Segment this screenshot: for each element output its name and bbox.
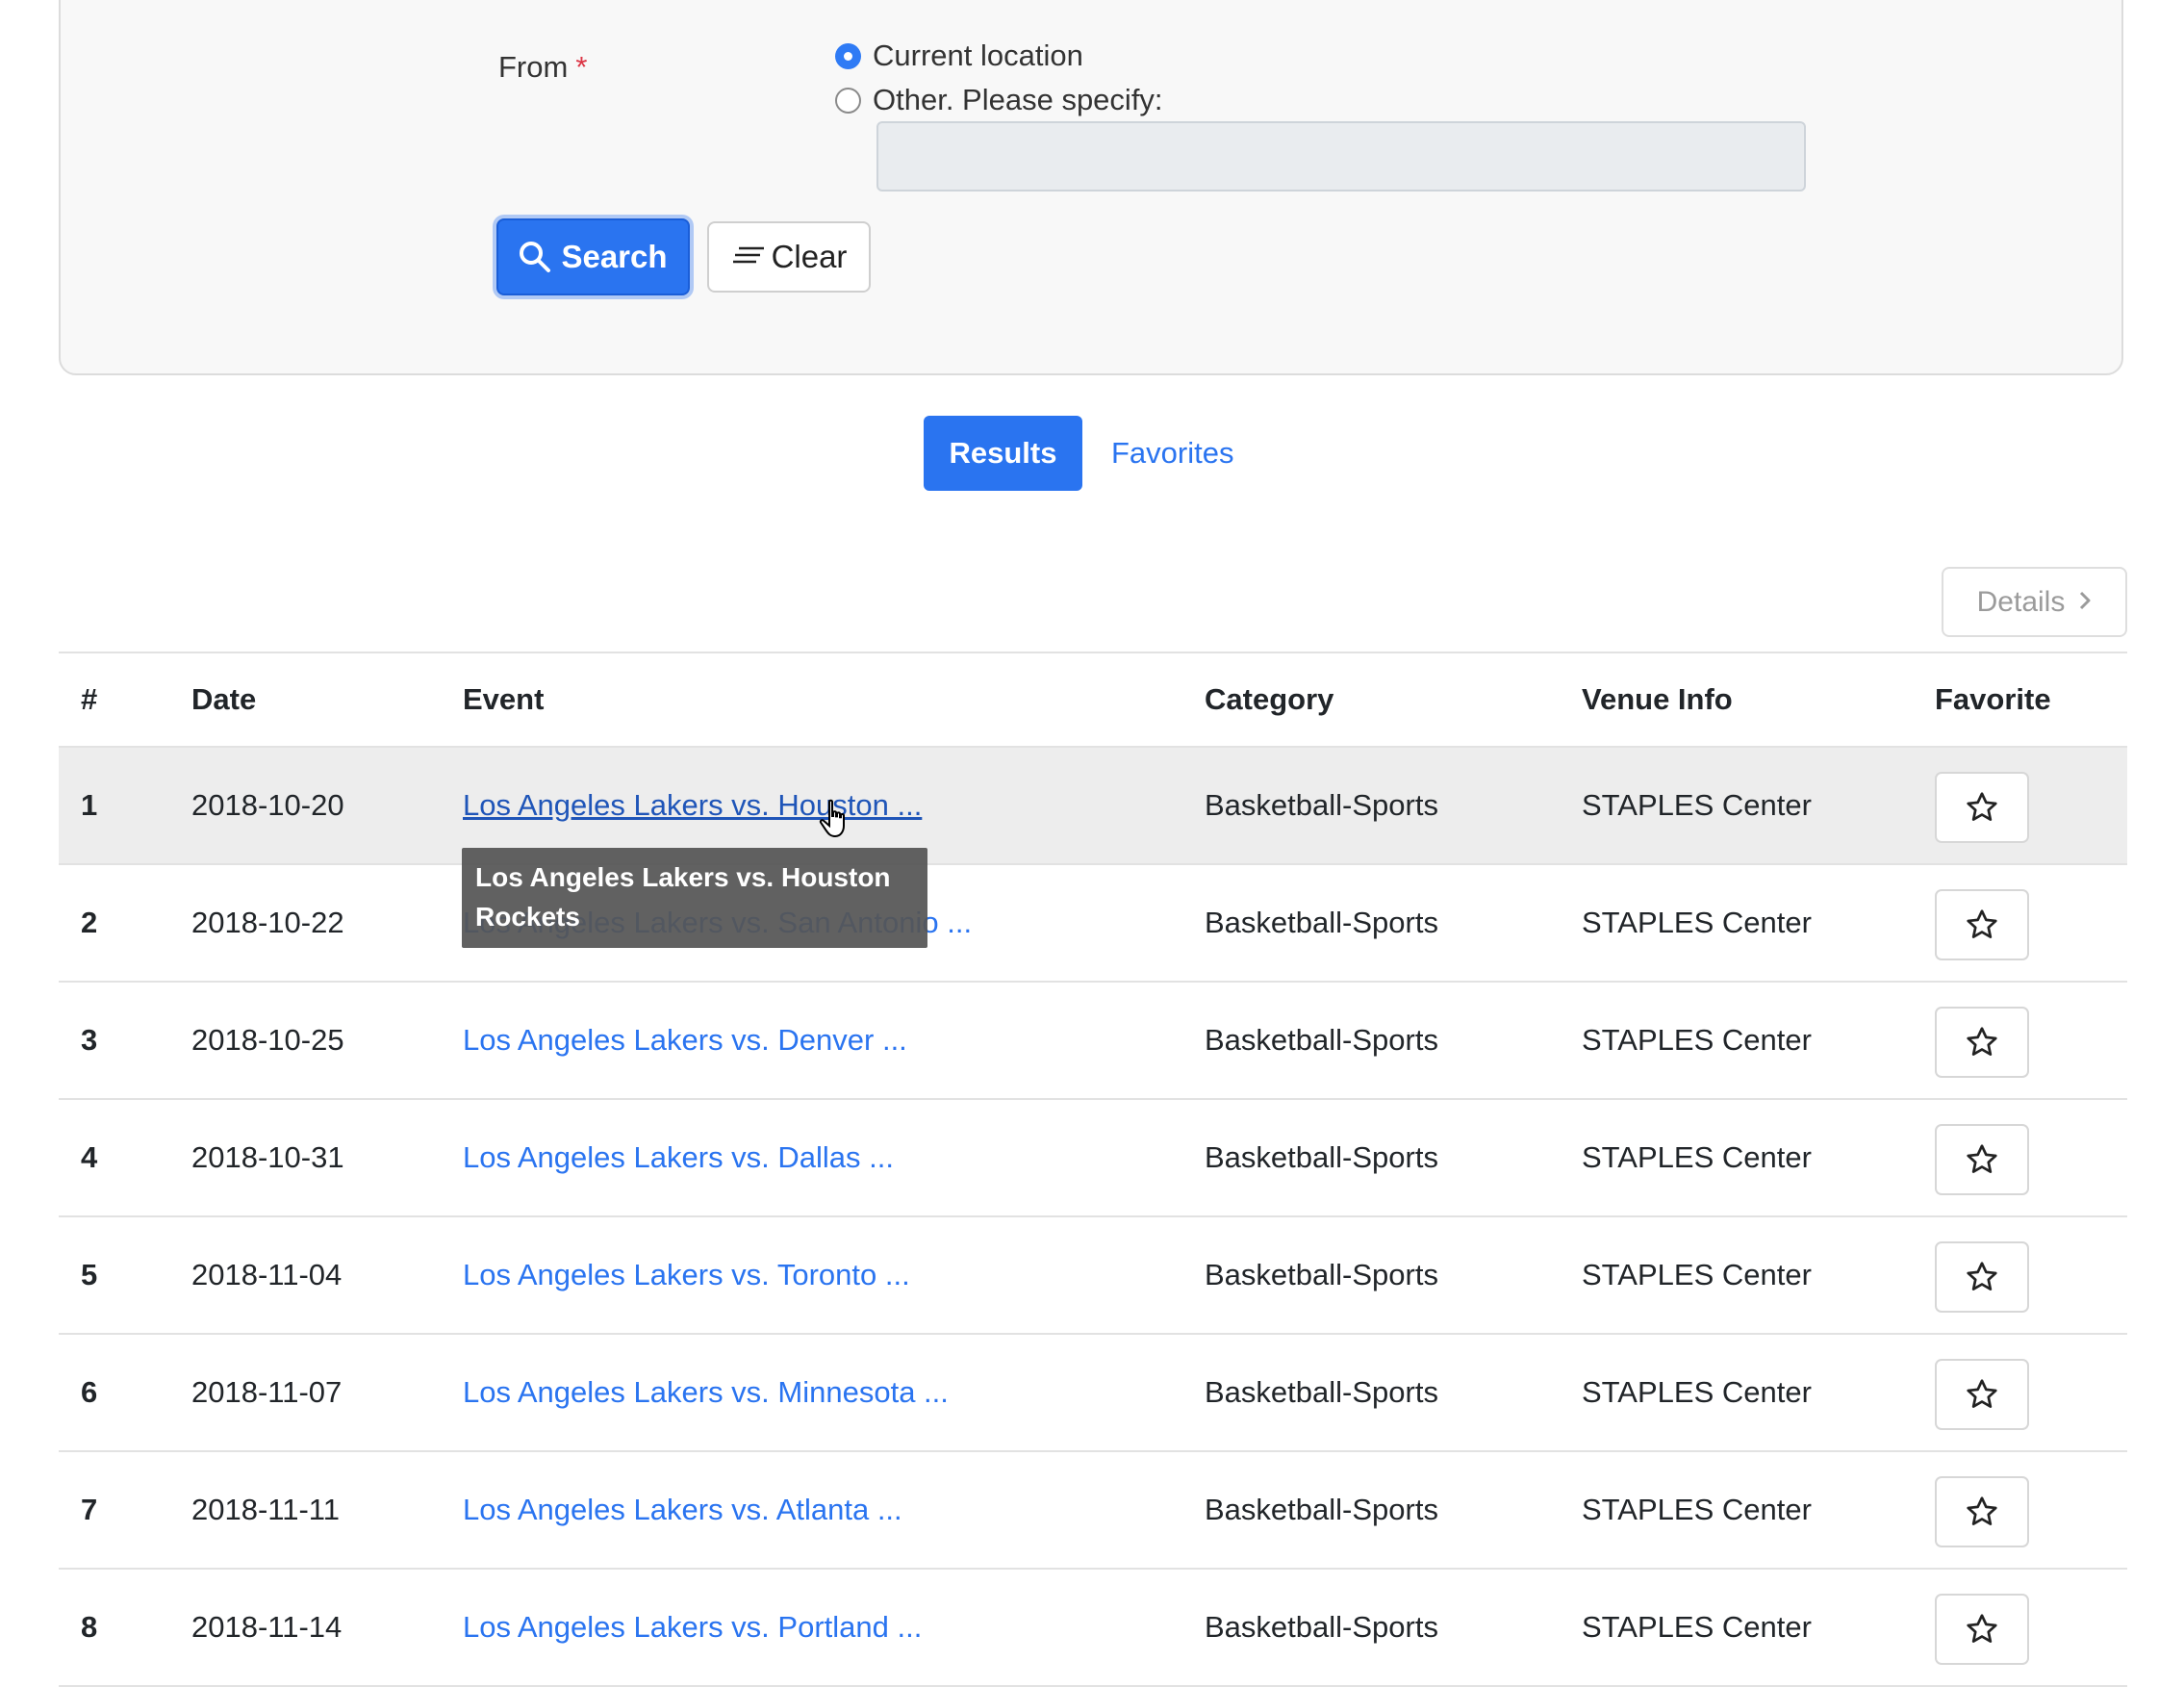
row-date: 2018-10-20 [191, 788, 344, 822]
search-icon [520, 242, 551, 272]
other-location-input[interactable] [876, 121, 1806, 192]
table-row[interactable]: 2 2018-10-22 Los Angeles Lakers vs. San … [59, 863, 2127, 981]
results-table: # Date Event Category Venue Info Favorit… [59, 652, 2127, 1687]
event-tooltip: Los Angeles Lakers vs. Houston Rockets [462, 848, 927, 948]
row-category: Basketball-Sports [1205, 1610, 1438, 1644]
details-button[interactable]: Details [1942, 567, 2127, 637]
row-date: 2018-11-04 [191, 1258, 343, 1291]
clear-all-icon [732, 246, 764, 264]
star-icon [1967, 1262, 1997, 1291]
row-category: Basketball-Sports [1205, 1023, 1438, 1057]
star-icon [1967, 1027, 1997, 1056]
favorite-button[interactable] [1935, 889, 2029, 960]
search-form-card: From * Current location Other. Please spe… [59, 0, 2123, 375]
table-row[interactable]: 4 2018-10-31 Los Angeles Lakers vs. Dall… [59, 1098, 2127, 1215]
row-date: 2018-11-11 [191, 1493, 340, 1526]
row-category: Basketball-Sports [1205, 906, 1438, 939]
search-button-label: Search [561, 239, 668, 274]
radio-current-location-label: Current location [873, 38, 1083, 72]
header-favorite[interactable]: Favorite [1935, 653, 2051, 746]
from-label: From * [498, 50, 588, 84]
row-number: 8 [81, 1610, 98, 1644]
row-category: Basketball-Sports [1205, 1140, 1438, 1174]
hand-cursor-icon [819, 799, 845, 838]
row-date: 2018-10-22 [191, 906, 344, 939]
event-link[interactable]: Los Angeles Lakers vs. Atlanta ... [463, 1452, 902, 1568]
table-row[interactable]: 8 2018-11-14 Los Angeles Lakers vs. Port… [59, 1568, 2127, 1685]
event-link[interactable]: Los Angeles Lakers vs. Minnesota ... [463, 1335, 949, 1450]
row-venue: STAPLES Center [1582, 1375, 1812, 1409]
row-venue: STAPLES Center [1582, 1023, 1812, 1057]
details-button-label: Details [1976, 585, 2066, 618]
row-date: 2018-10-31 [191, 1140, 344, 1174]
required-mark: * [575, 50, 588, 84]
row-category: Basketball-Sports [1205, 1375, 1438, 1409]
header-venue-info[interactable]: Venue Info [1582, 653, 1733, 746]
clear-button-label: Clear [771, 239, 848, 274]
event-link[interactable]: Los Angeles Lakers vs. Portland ... [463, 1570, 922, 1685]
favorite-button[interactable] [1935, 1476, 2029, 1547]
tab-results[interactable]: Results [924, 416, 1082, 491]
table-row[interactable]: 7 2018-11-11 Los Angeles Lakers vs. Atla… [59, 1450, 2127, 1568]
row-number: 7 [81, 1493, 98, 1526]
favorite-button[interactable] [1935, 1359, 2029, 1430]
radio-other-location[interactable]: Other. Please specify: [835, 83, 1163, 117]
favorite-button[interactable] [1935, 1007, 2029, 1078]
tooltip-line-1: Los Angeles Lakers vs. Houston [475, 862, 891, 892]
table-row[interactable]: 1 2018-10-20 Los Angeles Lakers vs. Hous… [59, 746, 2127, 863]
star-icon [1967, 1379, 1997, 1408]
event-link[interactable]: Los Angeles Lakers vs. Toronto ... [463, 1217, 910, 1333]
row-venue: STAPLES Center [1582, 1140, 1812, 1174]
row-venue: STAPLES Center [1582, 1493, 1812, 1526]
table-row[interactable]: 5 2018-11-04 Los Angeles Lakers vs. Toro… [59, 1215, 2127, 1333]
table-row[interactable]: 6 2018-11-07 Los Angeles Lakers vs. Minn… [59, 1333, 2127, 1450]
favorite-button[interactable] [1935, 1124, 2029, 1195]
row-number: 5 [81, 1258, 98, 1291]
row-venue: STAPLES Center [1582, 788, 1812, 822]
event-link[interactable]: Los Angeles Lakers vs. Dallas ... [463, 1100, 894, 1215]
header-category[interactable]: Category [1205, 653, 1333, 746]
row-category: Basketball-Sports [1205, 1258, 1438, 1291]
star-icon [1967, 792, 1997, 821]
row-venue: STAPLES Center [1582, 1258, 1812, 1291]
row-date: 2018-11-07 [191, 1375, 343, 1409]
header-date[interactable]: Date [191, 653, 256, 746]
row-number: 3 [81, 1023, 98, 1057]
row-category: Basketball-Sports [1205, 788, 1438, 822]
star-icon [1967, 1144, 1997, 1173]
radio-current-location[interactable]: Current location [835, 38, 1083, 73]
radio-other-location-label: Other. Please specify: [873, 83, 1163, 116]
radio-unchecked-icon[interactable] [835, 87, 861, 114]
table-header: # Date Event Category Venue Info Favorit… [59, 652, 2127, 746]
star-icon [1967, 1614, 1997, 1643]
event-link[interactable]: Los Angeles Lakers vs. Houston ... [463, 748, 922, 863]
star-icon [1967, 1496, 1997, 1525]
event-link[interactable]: Los Angeles Lakers vs. Denver ... [463, 983, 907, 1098]
chevron-right-icon [2078, 587, 2092, 618]
favorite-button[interactable] [1935, 772, 2029, 843]
search-button[interactable]: Search [496, 218, 690, 295]
clear-button[interactable]: Clear [707, 221, 871, 293]
star-icon [1967, 909, 1997, 938]
row-date: 2018-11-14 [191, 1610, 343, 1644]
row-number: 2 [81, 906, 98, 939]
header-event[interactable]: Event [463, 653, 544, 746]
tooltip-line-2: Rockets [475, 902, 580, 932]
tab-favorites[interactable]: Favorites [1111, 416, 1233, 491]
header-number[interactable]: # [81, 653, 97, 746]
row-venue: STAPLES Center [1582, 1610, 1812, 1644]
row-number: 6 [81, 1375, 98, 1409]
favorite-button[interactable] [1935, 1594, 2029, 1665]
favorite-button[interactable] [1935, 1241, 2029, 1313]
row-number: 4 [81, 1140, 98, 1174]
row-date: 2018-10-25 [191, 1023, 344, 1057]
table-row[interactable]: 3 2018-10-25 Los Angeles Lakers vs. Denv… [59, 981, 2127, 1098]
radio-checked-icon[interactable] [835, 42, 861, 69]
row-number: 1 [81, 788, 98, 822]
row-category: Basketball-Sports [1205, 1493, 1438, 1526]
row-venue: STAPLES Center [1582, 906, 1812, 939]
